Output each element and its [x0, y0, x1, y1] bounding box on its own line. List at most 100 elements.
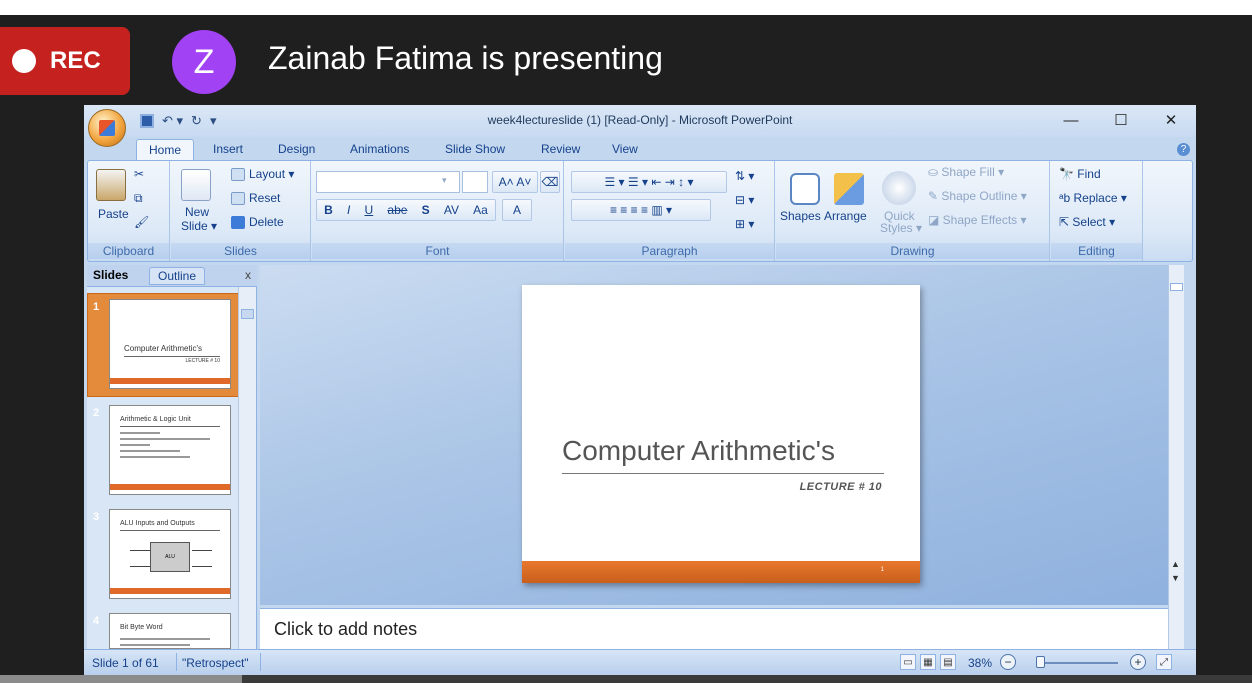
align-text-icon[interactable]: ⊟ ▾ [735, 193, 754, 207]
change-case-button[interactable]: Aa [473, 203, 488, 217]
slideshow-view-icon[interactable]: ▤ [940, 654, 956, 670]
shapes-button[interactable]: Shapes [780, 209, 821, 223]
notes-pane[interactable]: Click to add notes [260, 608, 1168, 649]
maximize-button[interactable]: ☐ [1096, 105, 1146, 135]
zoom-slider-handle[interactable] [1036, 656, 1045, 668]
editing-label: Editing [1051, 243, 1142, 259]
paste-button[interactable]: Paste [98, 207, 129, 221]
select-button[interactable]: ⇱ Select ▾ [1059, 215, 1115, 229]
presenter-status: Zainab Fatima is presenting [268, 40, 663, 76]
slide-editing-area: Computer Arithmetic's LECTURE # 10 1 [260, 265, 1168, 605]
window-controls: — ☐ ✕ [1046, 105, 1196, 135]
scrollbar-thumb[interactable] [241, 309, 254, 319]
font-color-button[interactable]: A [502, 199, 532, 221]
slide-subtitle[interactable]: LECTURE # 10 [800, 481, 882, 493]
bold-button[interactable]: B [324, 203, 333, 217]
grow-shrink-font-buttons[interactable]: A˄ A˅ [492, 171, 538, 193]
tab-slide-show[interactable]: Slide Show [445, 142, 505, 156]
shapes-icon[interactable] [790, 173, 820, 205]
slide-thumbnail-1[interactable]: Computer Arithmetic's LECTURE # 10 [109, 299, 231, 389]
window-title: week4lectureslide (1) [Read-Only] - Micr… [487, 113, 793, 127]
tab-outline[interactable]: Outline [149, 267, 206, 285]
strikethrough-button[interactable]: abe [387, 203, 407, 217]
font-name-field[interactable] [316, 171, 460, 193]
shape-fill-button[interactable]: ⛀ Shape Fill ▾ [928, 165, 1004, 179]
status-bar: Slide 1 of 61 "Retrospect" ▭ ▦ ▤ 38% − +… [84, 649, 1196, 675]
find-button[interactable]: 🔭 Find [1059, 167, 1101, 181]
slide-thumbnail-2[interactable]: Arithmetic & Logic Unit [109, 405, 231, 495]
clear-formatting-button[interactable]: ⌫ [540, 171, 560, 193]
reset-button[interactable]: Reset [231, 191, 280, 206]
thumb-3-arrow [130, 550, 150, 551]
zoom-level[interactable]: 38% [968, 656, 992, 670]
office-button[interactable] [88, 109, 126, 147]
scrollbar-thumb[interactable] [1170, 283, 1183, 291]
fit-to-window-icon[interactable]: ⤢ [1156, 654, 1172, 670]
format-painter-icon[interactable]: 🖌 [134, 215, 149, 229]
replace-button[interactable]: ᵃb Replace ▾ [1059, 191, 1127, 205]
list-indent-bar[interactable]: ☰ ▾ ☰ ▾ ⇤ ⇥ ↕ ▾ [571, 171, 727, 193]
help-icon[interactable]: ? [1177, 143, 1190, 156]
main-vertical-scrollbar[interactable]: ▲ ▼ [1168, 265, 1184, 649]
slides-pane-scrollbar[interactable] [238, 287, 256, 649]
next-slide-icon[interactable]: ▼ [1171, 573, 1180, 583]
copy-icon[interactable]: ⧉ [134, 191, 143, 206]
status-separator [176, 653, 177, 671]
tab-slides[interactable]: Slides [93, 268, 128, 282]
new-slide-icon[interactable] [181, 169, 211, 201]
select-label: Select ▾ [1072, 215, 1116, 229]
zoom-in-icon[interactable]: + [1130, 654, 1146, 670]
text-direction-icon[interactable]: ⇅ ▾ [735, 169, 754, 183]
font-name-dropdown-icon[interactable]: ▾ [442, 175, 447, 186]
font-format-bar: B I U abe S AV Aa [316, 199, 496, 221]
italic-button[interactable]: I [347, 203, 350, 217]
thumb-2-text-line [120, 432, 160, 434]
quick-styles-icon[interactable] [882, 171, 916, 205]
slide-thumbnail-4[interactable]: Bit Byte Word [109, 613, 231, 649]
char-spacing-button[interactable]: AV [444, 203, 459, 217]
slide-sorter-icon[interactable]: ▦ [920, 654, 936, 670]
previous-slide-icon[interactable]: ▲ [1171, 559, 1180, 569]
slide-title[interactable]: Computer Arithmetic's [562, 435, 835, 467]
arrange-icon[interactable] [834, 173, 864, 205]
slide-thumbnail-3[interactable]: ALU Inputs and Outputs ALU [109, 509, 231, 599]
shape-effects-button[interactable]: ◪ Shape Effects ▾ [928, 213, 1027, 227]
zoom-slider-track[interactable] [1038, 662, 1118, 664]
new-slide-label-2[interactable]: Slide ▾ [181, 219, 217, 233]
thumb-2-rule [120, 426, 220, 427]
normal-view-icon[interactable]: ▭ [900, 654, 916, 670]
thumb-1-footer [110, 378, 230, 384]
smartart-icon[interactable]: ⊞ ▾ [735, 217, 754, 231]
thumb-2-text-line [120, 444, 150, 446]
tab-view[interactable]: View [612, 142, 638, 156]
alignment-bar[interactable]: ≡ ≡ ≡ ≡ ▥ ▾ [571, 199, 711, 221]
layout-button[interactable]: Layout ▾ [231, 167, 294, 182]
zoom-out-icon[interactable]: − [1000, 654, 1016, 670]
tab-insert[interactable]: Insert [213, 142, 243, 156]
tab-design[interactable]: Design [278, 142, 315, 156]
reset-icon [231, 192, 245, 206]
shape-outline-label: Shape Outline ▾ [941, 189, 1027, 203]
current-slide[interactable]: Computer Arithmetic's LECTURE # 10 1 [522, 285, 920, 583]
notes-placeholder[interactable]: Click to add notes [274, 619, 417, 640]
thumb-2-text-line [120, 438, 210, 440]
font-size-field[interactable] [462, 171, 488, 193]
minimize-button[interactable]: — [1046, 105, 1096, 135]
close-button[interactable]: ✕ [1146, 105, 1196, 135]
cut-icon[interactable]: ✂ [134, 167, 144, 181]
delete-button[interactable]: Delete [231, 215, 284, 230]
new-slide-label-1[interactable]: New [185, 205, 209, 219]
quick-styles-label-2[interactable]: Styles ▾ [880, 221, 922, 235]
tab-review[interactable]: Review [541, 142, 580, 156]
thumb-4-number: 4 [93, 615, 100, 627]
shadow-button[interactable]: S [422, 203, 430, 217]
thumb-3-number: 3 [93, 511, 100, 523]
thumb-2-text-line [120, 450, 180, 452]
shape-outline-button[interactable]: ✎ Shape Outline ▾ [928, 189, 1027, 203]
close-pane-icon[interactable]: x [245, 268, 251, 282]
underline-button[interactable]: U [365, 203, 374, 217]
arrange-button[interactable]: Arrange [824, 209, 867, 223]
paste-icon[interactable] [96, 169, 126, 201]
tab-animations[interactable]: Animations [350, 142, 409, 156]
thumb-1-title: Computer Arithmetic's [124, 344, 202, 353]
